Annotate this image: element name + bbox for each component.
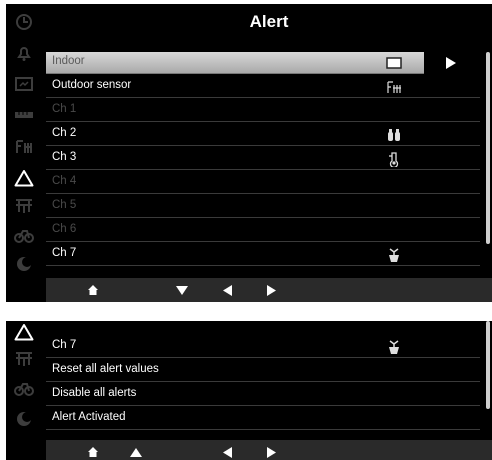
ruler-icon[interactable] — [6, 103, 42, 127]
fan-icon[interactable] — [6, 194, 42, 218]
list-item-ch1: Ch 1 — [46, 100, 480, 122]
alert-triangle-icon[interactable] — [6, 166, 42, 190]
alert-activated-item[interactable]: Alert Activated — [46, 408, 480, 430]
plant-pot-icon — [386, 247, 402, 263]
list-item-ch6: Ch 6 — [46, 220, 480, 242]
reset-all-alert-values-item[interactable]: Reset all alert values — [46, 360, 480, 382]
sidebar — [6, 4, 42, 302]
sensor-icon[interactable] — [6, 134, 42, 158]
list-item-label: Indoor — [52, 55, 85, 67]
list-item-ch2[interactable]: Ch 2 — [46, 124, 480, 146]
list-item-label: Ch 2 — [52, 127, 77, 139]
left-arrow-button[interactable] — [222, 440, 233, 460]
home-icon[interactable] — [87, 440, 99, 460]
list-item-label: Reset all alert values — [52, 363, 159, 375]
bell-icon[interactable] — [6, 41, 42, 65]
list-item-ch7[interactable]: Ch 7 — [46, 336, 480, 358]
list-item-label: Ch 5 — [52, 199, 77, 211]
list-item-ch5: Ch 5 — [46, 196, 480, 218]
alert-list: Ch 7 Reset all alert values Disable all … — [46, 336, 480, 432]
list-item-label: Alert Activated — [52, 411, 126, 423]
alert-triangle-icon[interactable] — [6, 321, 42, 344]
list-item-label: Ch 3 — [52, 151, 77, 163]
fan-icon[interactable] — [6, 347, 42, 371]
display-icon[interactable] — [6, 72, 42, 96]
moon-icon[interactable] — [6, 252, 42, 276]
scrollbar[interactable] — [486, 321, 490, 409]
list-item-outdoor-sensor[interactable]: Outdoor sensor — [46, 76, 480, 98]
alert-screen-top: Alert Indoor Outdoor sensor Ch 1 Ch 2 Ch… — [6, 4, 492, 302]
list-item-indoor[interactable]: Indoor — [46, 52, 480, 74]
list-item-label: Outdoor sensor — [52, 79, 132, 91]
left-arrow-button[interactable] — [222, 278, 233, 302]
bicycle-icon[interactable] — [6, 223, 42, 247]
right-arrow-button[interactable] — [266, 278, 277, 302]
enter-arrow-button[interactable] — [424, 52, 480, 74]
thermometer-icon — [386, 151, 402, 167]
plant-pot-icon — [386, 339, 402, 355]
list-item-label: Ch 1 — [52, 103, 77, 115]
disable-all-alerts-item[interactable]: Disable all alerts — [46, 384, 480, 406]
bottom-nav-bar — [46, 440, 492, 460]
home-icon[interactable] — [87, 278, 99, 302]
list-item-ch3[interactable]: Ch 3 — [46, 148, 480, 170]
list-item-label: Ch 4 — [52, 175, 77, 187]
sidebar — [6, 321, 42, 460]
indoor-display-icon — [386, 55, 402, 71]
list-item-ch7[interactable]: Ch 7 — [46, 244, 480, 266]
bicycle-icon[interactable] — [6, 376, 42, 400]
right-arrow-button[interactable] — [266, 440, 277, 460]
list-item-label: Ch 6 — [52, 223, 77, 235]
list-item-label: Disable all alerts — [52, 387, 137, 399]
clock-icon[interactable] — [6, 10, 42, 34]
up-arrow-button[interactable] — [129, 440, 143, 460]
list-item-label: Ch 7 — [52, 247, 77, 259]
moon-icon[interactable] — [6, 407, 42, 431]
list-item-label: Ch 7 — [52, 339, 77, 351]
scrollbar[interactable] — [486, 52, 490, 244]
outdoor-sensor-icon — [386, 79, 402, 95]
page-title: Alert — [249, 12, 289, 31]
binoculars-icon — [386, 127, 402, 143]
list-item-ch4: Ch 4 — [46, 172, 480, 194]
alert-list: Indoor Outdoor sensor Ch 1 Ch 2 Ch 3 Ch … — [46, 52, 480, 276]
alert-screen-bottom: Ch 7 Reset all alert values Disable all … — [6, 321, 492, 460]
down-arrow-button[interactable] — [175, 278, 189, 302]
bottom-nav-bar — [46, 278, 492, 302]
